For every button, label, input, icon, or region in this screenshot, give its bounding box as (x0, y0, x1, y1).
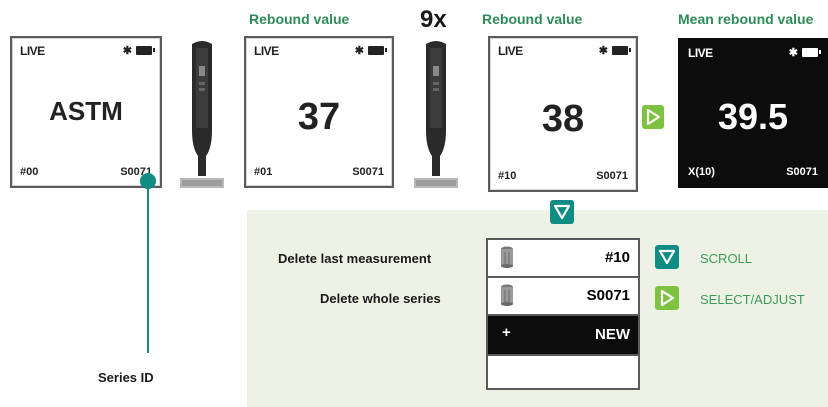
series-number: S0071 (596, 170, 628, 182)
device-screen-rebound-38: LIVE ✱ 38 #10 S0071 (488, 36, 638, 192)
bluetooth-icon: ✱ (598, 45, 608, 57)
battery-icon (368, 46, 387, 55)
header-rebound-value-2: Rebound value (482, 11, 583, 27)
bluetooth-icon: ✱ (122, 45, 132, 57)
status-icons: ✱ (354, 44, 387, 57)
screen-main-value: 37 (297, 96, 341, 138)
rebound-hammer-icon (180, 41, 224, 188)
battery-icon (136, 46, 155, 55)
down-arrow-icon (658, 249, 676, 265)
trash-can-icon (501, 246, 513, 268)
plus-icon: + (502, 324, 511, 341)
multiplier-label: 9x (420, 6, 447, 33)
measurement-count: X(10) (688, 166, 715, 178)
menu-item-value: S0071 (586, 287, 630, 304)
screen-main-value: 39.5 (717, 96, 789, 137)
down-arrow-button (550, 200, 574, 224)
menu-item-value: NEW (595, 326, 630, 343)
screen-main-value: 38 (541, 98, 585, 140)
screen-main-value: ASTM (49, 96, 123, 126)
down-arrow-icon (553, 204, 571, 220)
delete-last-measurement-label: Delete last measurement (278, 251, 432, 266)
measurement-number: #00 (20, 166, 39, 178)
series-number: S0071 (352, 166, 384, 178)
scroll-button (655, 245, 679, 269)
scroll-label: SCROLL (700, 251, 753, 266)
measurement-number: #10 (498, 170, 517, 182)
rebound-hammer-icon (414, 41, 458, 188)
measurement-number: #01 (254, 166, 273, 178)
select-adjust-button (655, 286, 679, 310)
live-label: LIVE (20, 44, 45, 58)
select-adjust-label: SELECT/ADJUST (700, 292, 805, 307)
status-icons: ✱ (788, 46, 821, 59)
trash-can-icon (501, 284, 513, 306)
live-label: LIVE (254, 44, 279, 58)
status-icons: ✱ (122, 44, 155, 57)
menu-item-delete-series[interactable]: S0071 (488, 278, 638, 316)
live-label: LIVE (498, 44, 523, 58)
right-arrow-icon (660, 289, 675, 307)
device-screen-astm: LIVE ✱ ASTM #00 S0071 (10, 36, 162, 188)
header-mean-rebound-value: Mean rebound value (678, 11, 814, 27)
series-number: S0071 (786, 166, 818, 178)
battery-icon (802, 48, 821, 57)
device-screen-rebound-37: LIVE ✱ 37 #01 S0071 (244, 36, 394, 188)
series-id-callout-dot (140, 173, 156, 189)
device-screen-mean-rebound: LIVE ✱ 39.5 X(10) S0071 (678, 38, 828, 188)
delete-whole-series-label: Delete whole series (320, 291, 441, 306)
battery-icon (612, 46, 631, 55)
series-id-callout-line (147, 180, 149, 353)
bluetooth-icon: ✱ (354, 45, 364, 57)
header-rebound-value-1: Rebound value (249, 11, 350, 27)
live-label: LIVE (688, 46, 713, 60)
bluetooth-icon: ✱ (788, 47, 798, 59)
menu-item-delete-last[interactable]: #10 (488, 240, 638, 278)
right-arrow-icon (646, 108, 661, 126)
series-id-label: Series ID (98, 370, 154, 385)
menu-item-new[interactable]: + NEW (488, 316, 638, 356)
menu-item-value: #10 (604, 249, 630, 266)
status-icons: ✱ (598, 44, 631, 57)
device-menu: #10 S0071 + NEW (486, 238, 640, 390)
right-arrow-button (642, 105, 664, 129)
